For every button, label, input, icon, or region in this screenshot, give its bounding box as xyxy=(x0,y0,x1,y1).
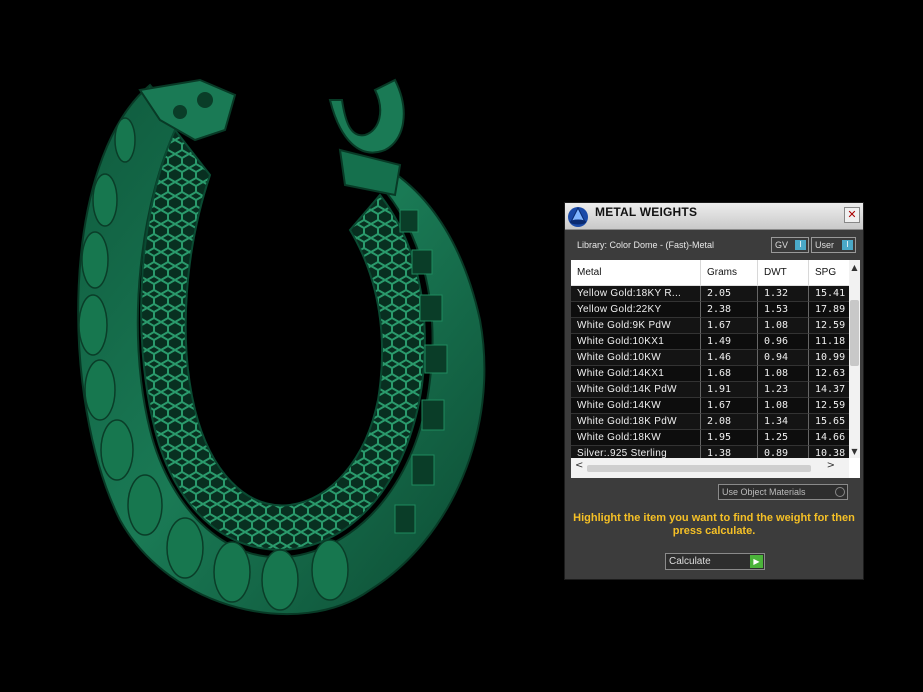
cell-metal: White Gold:10KX1 xyxy=(571,334,701,350)
panel-title: METAL WEIGHTS xyxy=(595,205,698,219)
table-row[interactable]: Silver:.925 Sterling 1.38 0.89 10.38 xyxy=(571,446,849,458)
horizontal-scroll-thumb[interactable] xyxy=(587,465,811,472)
app-logo-icon xyxy=(568,206,588,227)
table-row[interactable]: White Gold:14KW 1.67 1.08 12.59 xyxy=(571,398,849,414)
cell-dwt: 0.94 xyxy=(758,350,809,366)
cell-spg: 12.59 xyxy=(809,318,849,334)
cell-spg: 12.63 xyxy=(809,366,849,382)
close-icon[interactable]: ✕ xyxy=(844,207,860,223)
calculate-label: Calculate xyxy=(669,556,711,567)
column-header-spg[interactable]: SPG xyxy=(809,260,849,285)
metal-weights-panel: METAL WEIGHTS ✕ Library: Color Dome - (F… xyxy=(564,202,864,580)
cell-spg: 10.99 xyxy=(809,350,849,366)
vertical-scrollbar[interactable]: ▲ ▼ xyxy=(849,260,860,458)
cell-grams: 2.05 xyxy=(701,286,758,302)
cell-spg: 14.37 xyxy=(809,382,849,398)
table-row[interactable]: White Gold:18KW 1.95 1.25 14.66 xyxy=(571,430,849,446)
table-row[interactable]: Yellow Gold:22KY 2.38 1.53 17.89 xyxy=(571,302,849,318)
scroll-up-icon[interactable]: ▲ xyxy=(849,262,860,274)
column-header-dwt[interactable]: DWT xyxy=(758,260,809,285)
column-header-metal[interactable]: Metal xyxy=(571,260,701,285)
table-row[interactable]: Yellow Gold:18KY R... 2.05 1.32 15.41 xyxy=(571,286,849,302)
table-row[interactable]: White Gold:9K PdW 1.67 1.08 12.59 xyxy=(571,318,849,334)
instruction-text: Highlight the item you want to find the … xyxy=(573,512,855,537)
table-header: Metal Grams DWT SPG xyxy=(571,260,860,286)
cell-spg: 15.41 xyxy=(809,286,849,302)
cell-dwt: 1.34 xyxy=(758,414,809,430)
gv-toggle[interactable]: GV I xyxy=(771,237,809,253)
metal-table: Metal Grams DWT SPG Yellow Gold:18KY R..… xyxy=(571,260,860,478)
cell-grams: 2.38 xyxy=(701,302,758,318)
table-row[interactable]: White Gold:18K PdW 2.08 1.34 15.65 xyxy=(571,414,849,430)
cell-dwt: 1.23 xyxy=(758,382,809,398)
cell-metal: White Gold:14KX1 xyxy=(571,366,701,382)
cell-dwt: 1.32 xyxy=(758,286,809,302)
table-row[interactable]: White Gold:14KX1 1.68 1.08 12.63 xyxy=(571,366,849,382)
user-toggle[interactable]: User I xyxy=(811,237,856,253)
use-object-materials-label: Use Object Materials xyxy=(722,487,806,497)
ring-model xyxy=(77,78,486,616)
cell-dwt: 1.08 xyxy=(758,366,809,382)
calculate-button[interactable]: Calculate ▶ xyxy=(665,553,765,570)
cell-grams: 1.49 xyxy=(701,334,758,350)
cell-grams: 1.95 xyxy=(701,430,758,446)
radio-indicator-icon xyxy=(835,487,845,497)
cell-grams: 1.67 xyxy=(701,398,758,414)
cell-metal: Silver:.925 Sterling xyxy=(571,446,701,458)
scroll-down-icon[interactable]: ▼ xyxy=(849,446,860,458)
cell-metal: White Gold:18K PdW xyxy=(571,414,701,430)
cell-spg: 11.18 xyxy=(809,334,849,350)
cell-spg: 12.59 xyxy=(809,398,849,414)
table-body: Yellow Gold:18KY R... 2.05 1.32 15.41 Yellow… xyxy=(571,286,849,458)
cell-grams: 1.46 xyxy=(701,350,758,366)
cell-metal: White Gold:10KW xyxy=(571,350,701,366)
cell-dwt: 1.53 xyxy=(758,302,809,318)
user-toggle-label: User xyxy=(815,240,835,250)
cell-spg: 14.66 xyxy=(809,430,849,446)
panel-titlebar[interactable]: METAL WEIGHTS ✕ xyxy=(565,203,863,230)
user-toggle-indicator: I xyxy=(842,240,853,250)
cell-grams: 1.68 xyxy=(701,366,758,382)
vertical-scroll-thumb[interactable] xyxy=(850,300,859,366)
scroll-left-icon[interactable]: < xyxy=(575,460,583,471)
use-object-materials-toggle[interactable]: Use Object Materials xyxy=(718,484,848,500)
cell-metal: White Gold:9K PdW xyxy=(571,318,701,334)
column-header-grams[interactable]: Grams xyxy=(701,260,758,285)
cell-dwt: 1.08 xyxy=(758,318,809,334)
library-label: Library: Color Dome - (Fast)-Metal xyxy=(577,240,715,250)
cell-grams: 1.91 xyxy=(701,382,758,398)
cell-grams: 2.08 xyxy=(701,414,758,430)
gv-toggle-label: GV xyxy=(775,240,789,250)
cell-spg: 15.65 xyxy=(809,414,849,430)
cell-metal: Yellow Gold:22KY xyxy=(571,302,701,318)
cell-dwt: 0.96 xyxy=(758,334,809,350)
cell-metal: Yellow Gold:18KY R... xyxy=(571,286,701,302)
cell-grams: 1.38 xyxy=(701,446,758,458)
cell-metal: White Gold:14K PdW xyxy=(571,382,701,398)
gv-toggle-indicator: I xyxy=(795,240,806,250)
cell-metal: White Gold:18KW xyxy=(571,430,701,446)
play-arrow-icon: ▶ xyxy=(750,555,763,568)
cell-grams: 1.67 xyxy=(701,318,758,334)
cell-dwt: 0.89 xyxy=(758,446,809,458)
cell-dwt: 1.25 xyxy=(758,430,809,446)
cell-spg: 10.38 xyxy=(809,446,849,458)
cell-metal: White Gold:14KW xyxy=(571,398,701,414)
scroll-right-icon[interactable]: > xyxy=(827,460,835,471)
horizontal-scrollbar[interactable]: < > xyxy=(571,458,849,478)
table-row[interactable]: White Gold:10KX1 1.49 0.96 11.18 xyxy=(571,334,849,350)
cell-spg: 17.89 xyxy=(809,302,849,318)
cell-dwt: 1.08 xyxy=(758,398,809,414)
table-row[interactable]: White Gold:14K PdW 1.91 1.23 14.37 xyxy=(571,382,849,398)
table-row[interactable]: White Gold:10KW 1.46 0.94 10.99 xyxy=(571,350,849,366)
